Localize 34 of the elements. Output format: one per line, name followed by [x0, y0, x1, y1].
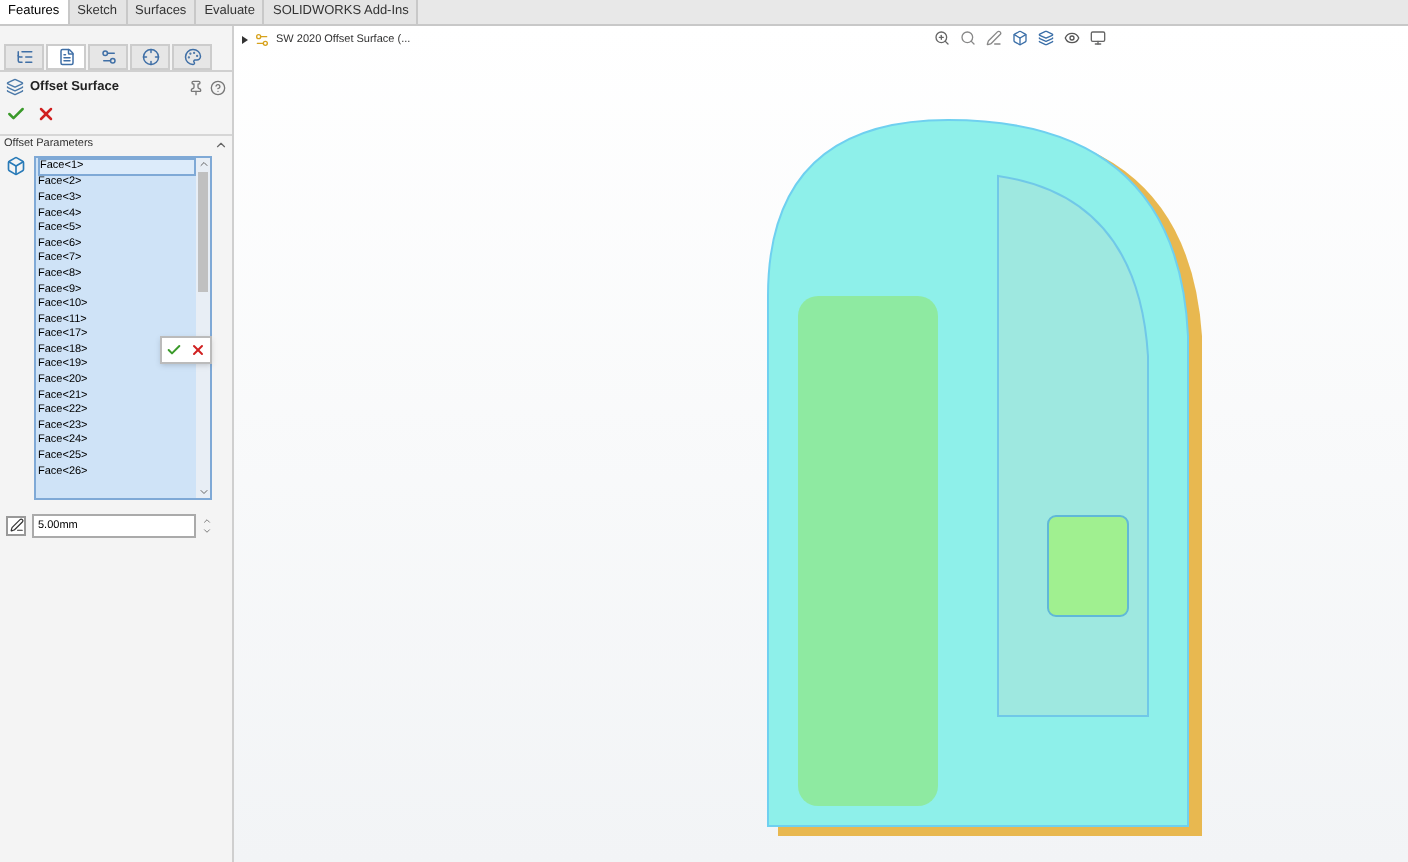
scroll-thumb[interactable]	[198, 171, 208, 292]
cancel-icon[interactable]	[36, 103, 56, 124]
manager-tab[interactable]	[88, 44, 128, 70]
pen-icon[interactable]	[986, 30, 1002, 46]
spin-down-icon[interactable]	[202, 525, 212, 536]
face-icon	[6, 155, 26, 176]
manager-tab[interactable]	[46, 44, 86, 70]
expand-icon[interactable]	[242, 36, 248, 45]
spin-control[interactable]	[202, 515, 212, 536]
collapse-icon[interactable]	[214, 137, 228, 152]
monitor-icon[interactable]	[1090, 30, 1106, 46]
cancel-icon[interactable]	[190, 342, 206, 358]
view-cube-icon[interactable]	[1012, 30, 1028, 46]
ok-icon[interactable]	[6, 103, 26, 124]
distance-icon	[6, 515, 26, 536]
pin-icon[interactable]	[188, 79, 204, 96]
zoom-icon[interactable]	[934, 30, 950, 46]
search-icon[interactable]	[960, 30, 976, 46]
manager-tab[interactable]	[172, 44, 212, 70]
display-style-icon[interactable]	[1038, 30, 1054, 46]
eye-icon[interactable]	[1064, 30, 1080, 46]
property-tab-icon	[57, 48, 75, 66]
spin-up-icon[interactable]	[202, 515, 212, 526]
manager-tab[interactable]	[4, 44, 44, 70]
ok-icon[interactable]	[166, 342, 182, 358]
help-icon[interactable]	[210, 79, 226, 96]
surface-icon	[6, 78, 24, 97]
feature-tab-icon	[15, 48, 33, 66]
scroll-up-icon[interactable]	[197, 157, 209, 170]
dim-tab-icon	[141, 48, 159, 66]
scrollbar[interactable]	[196, 157, 210, 498]
manager-tab[interactable]	[130, 44, 170, 70]
display-tab-icon	[183, 48, 201, 66]
config-tab-icon	[99, 48, 117, 66]
